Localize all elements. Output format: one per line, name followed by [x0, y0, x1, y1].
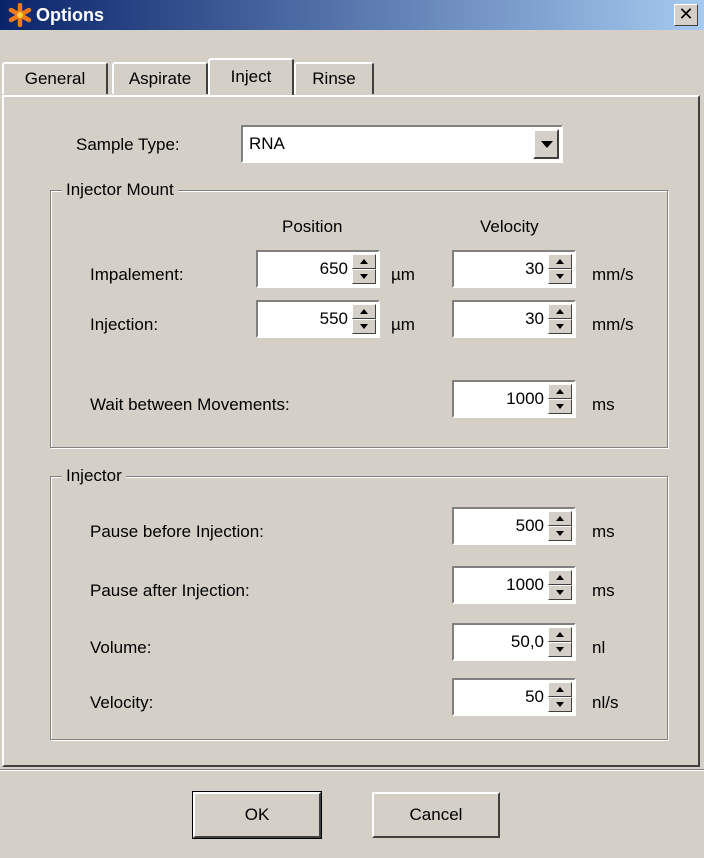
- pause-after-injection-label: Pause after Injection:: [90, 581, 250, 600]
- tab-label: Aspirate: [128, 69, 192, 88]
- injection-velocity-value: 30: [525, 309, 544, 328]
- injector-velocity-unit: nl/s: [592, 693, 619, 712]
- pause-after-injection-stepper[interactable]: 1000: [452, 566, 576, 604]
- injection-label: Injection:: [90, 315, 159, 334]
- injector-mount-title: Injector Mount: [62, 180, 178, 200]
- spin-up-button[interactable]: [548, 304, 572, 319]
- impalement-velocity-unit: mm/s: [592, 265, 634, 284]
- spin-down-button[interactable]: [352, 319, 376, 334]
- chevron-down-icon: [541, 141, 553, 148]
- cancel-button-label: Cancel: [409, 805, 463, 824]
- spin-up-button[interactable]: [548, 627, 572, 642]
- spin-arrows-icon: [548, 304, 572, 334]
- injection-position-unit: µm: [391, 315, 415, 334]
- tab-label: Inject: [230, 67, 272, 86]
- spin-down-button[interactable]: [548, 585, 572, 600]
- pause-before-injection-stepper[interactable]: 500: [452, 507, 576, 545]
- spin-arrows-icon: [548, 682, 572, 712]
- injection-velocity-unit: mm/s: [592, 315, 634, 334]
- volume-unit: nl: [592, 638, 606, 657]
- cancel-button[interactable]: Cancel: [372, 792, 500, 838]
- spin-up-button[interactable]: [548, 570, 572, 585]
- spin-arrows-icon: [548, 254, 572, 284]
- window-title: Options: [36, 5, 104, 25]
- velocity-column-header: Velocity: [480, 217, 539, 236]
- spin-up-button[interactable]: [548, 384, 572, 399]
- impalement-position-value: 650: [319, 259, 348, 278]
- sample-type-value: RNA: [249, 134, 285, 153]
- injector-velocity-value: 50: [525, 687, 544, 706]
- pause-before-injection-value: 500: [515, 516, 544, 535]
- volume-stepper[interactable]: 50,0: [452, 623, 576, 661]
- close-icon: ✕: [678, 4, 694, 24]
- tab-label: Rinse: [312, 69, 356, 88]
- volume-label: Volume:: [90, 638, 152, 657]
- sample-type-select[interactable]: RNA: [241, 125, 563, 163]
- velocity-label: Velocity:: [90, 693, 154, 712]
- spin-up-button[interactable]: [548, 511, 572, 526]
- tab-general[interactable]: General: [2, 62, 108, 94]
- spin-arrows-icon: [352, 254, 376, 284]
- tab-aspirate[interactable]: Aspirate: [112, 62, 208, 94]
- wait-between-movements-unit: ms: [592, 395, 615, 414]
- spin-up-button[interactable]: [548, 254, 572, 269]
- impalement-velocity-value: 30: [525, 259, 544, 278]
- tab-inject[interactable]: Inject: [208, 58, 294, 95]
- asterisk-app-icon: [8, 3, 32, 27]
- impalement-label: Impalement:: [90, 265, 184, 284]
- pause-after-injection-value: 1000: [506, 575, 544, 594]
- tab-rinse[interactable]: Rinse: [294, 62, 374, 94]
- spin-up-button[interactable]: [352, 304, 376, 319]
- spin-arrows-icon: [548, 384, 572, 414]
- position-column-header: Position: [282, 217, 343, 236]
- wait-between-movements-value: 1000: [506, 389, 544, 408]
- ok-button[interactable]: OK: [192, 791, 322, 839]
- injection-position-stepper[interactable]: 550: [256, 300, 380, 338]
- spin-arrows-icon: [352, 304, 376, 334]
- impalement-velocity-stepper[interactable]: 30: [452, 250, 576, 288]
- spin-arrows-icon: [548, 627, 572, 657]
- wait-between-movements-label: Wait between Movements:: [90, 395, 290, 414]
- spin-up-button[interactable]: [548, 682, 572, 697]
- volume-value: 50,0: [510, 632, 544, 651]
- spin-arrows-icon: [548, 570, 572, 600]
- spin-arrows-icon: [548, 511, 572, 541]
- spin-down-button[interactable]: [548, 269, 572, 284]
- spin-down-button[interactable]: [352, 269, 376, 284]
- tab-label: General: [24, 69, 86, 88]
- pause-before-injection-label: Pause before Injection:: [90, 522, 264, 541]
- close-button[interactable]: ✕: [674, 4, 698, 26]
- spin-down-button[interactable]: [548, 642, 572, 657]
- spin-down-button[interactable]: [548, 399, 572, 414]
- spin-down-button[interactable]: [548, 319, 572, 334]
- dropdown-button[interactable]: [533, 129, 559, 159]
- ok-button-label: OK: [244, 805, 270, 824]
- pause-after-injection-unit: ms: [592, 581, 615, 600]
- injection-position-value: 550: [319, 309, 348, 328]
- pause-before-injection-unit: ms: [592, 522, 615, 541]
- spin-down-button[interactable]: [548, 526, 572, 541]
- impalement-position-unit: µm: [391, 265, 415, 284]
- wait-between-movements-stepper[interactable]: 1000: [452, 380, 576, 418]
- sample-type-label: Sample Type:: [76, 135, 180, 154]
- spin-down-button[interactable]: [548, 697, 572, 712]
- spin-up-button[interactable]: [352, 254, 376, 269]
- injector-title: Injector: [62, 466, 126, 486]
- footer-separator: [0, 769, 704, 771]
- impalement-position-stepper[interactable]: 650: [256, 250, 380, 288]
- options-dialog: Options ✕ General Aspirate Inject Rinse …: [0, 0, 704, 858]
- injection-velocity-stepper[interactable]: 30: [452, 300, 576, 338]
- injector-velocity-stepper[interactable]: 50: [452, 678, 576, 716]
- title-bar[interactable]: Options ✕: [0, 0, 704, 30]
